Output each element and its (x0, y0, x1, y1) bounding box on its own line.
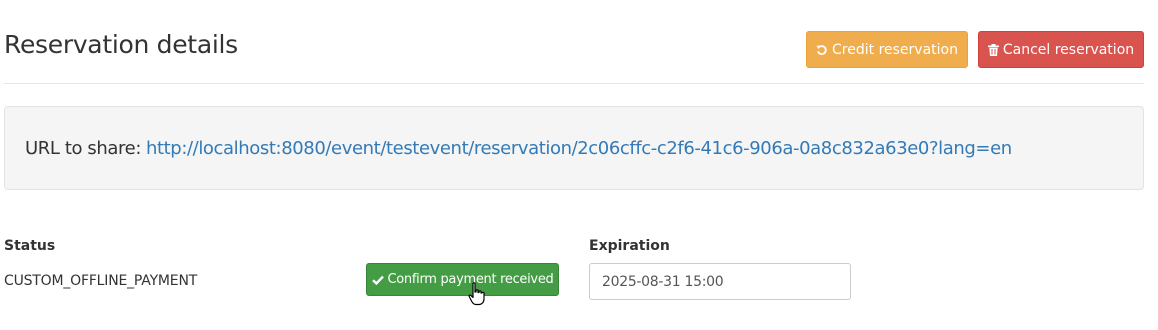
undo-icon (816, 44, 828, 56)
cancel-reservation-button[interactable]: Cancel reservation (978, 31, 1144, 68)
status-label: Status (4, 238, 56, 254)
credit-reservation-button[interactable]: Credit reservation (806, 31, 968, 68)
share-url-line: URL to share: http://localhost:8080/event… (25, 138, 1012, 159)
page-title: Reservation details (4, 30, 238, 59)
trash-icon (987, 43, 999, 56)
share-url-link[interactable]: http://localhost:8080/event/testevent/re… (146, 138, 1012, 159)
status-value: CUSTOM_OFFLINE_PAYMENT (4, 273, 198, 289)
hand-cursor-icon (468, 282, 485, 306)
expiration-input[interactable] (589, 263, 851, 300)
cancel-reservation-label: Cancel reservation (1002, 41, 1135, 58)
share-url-label: URL to share: (25, 138, 141, 159)
page-header: Reservation details (4, 0, 1144, 84)
share-url-panel: URL to share: http://localhost:8080/event… (4, 106, 1144, 190)
expiration-label: Expiration (589, 238, 670, 254)
credit-reservation-label: Credit reservation (832, 41, 958, 58)
check-icon (371, 275, 384, 285)
confirm-payment-button[interactable]: Confirm payment received (366, 263, 559, 296)
